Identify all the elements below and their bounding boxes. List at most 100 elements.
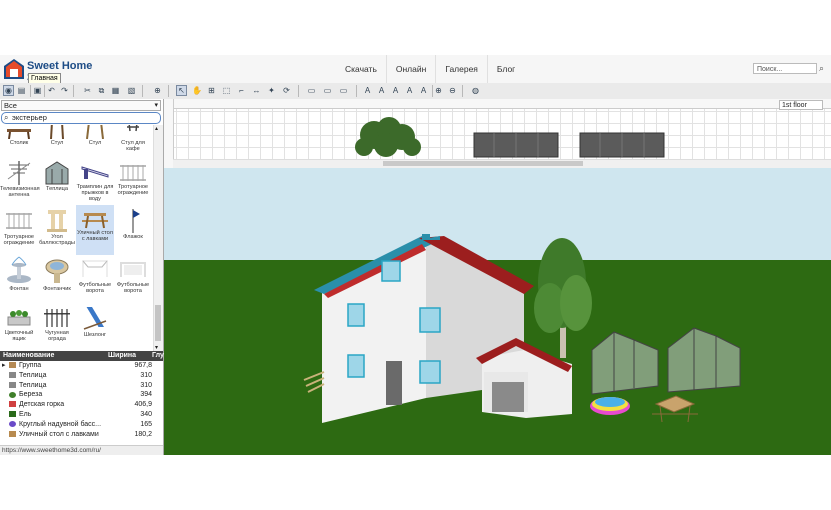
add-furniture-icon[interactable]: ⊕ bbox=[152, 85, 163, 96]
front-door bbox=[386, 361, 402, 405]
table-row[interactable]: Уличный стол с лавками 180,2 bbox=[0, 430, 163, 440]
row-name: Уличный стол с лавками bbox=[19, 430, 99, 438]
table-row[interactable]: Детская горка 406,9 bbox=[0, 400, 163, 410]
catalog-item[interactable]: Стул bbox=[76, 125, 114, 157]
table-row[interactable]: Береза 394 bbox=[0, 390, 163, 400]
text-italic-icon[interactable]: A bbox=[390, 85, 401, 96]
row-width: 310 bbox=[140, 381, 152, 389]
expand-icon[interactable]: ▸ bbox=[2, 361, 6, 371]
scrollbar-thumb[interactable] bbox=[155, 305, 161, 341]
catalog-item[interactable]: Тротуарное ограждение bbox=[0, 205, 38, 255]
undo-icon[interactable]: ↶ bbox=[46, 85, 57, 96]
text-size-icon[interactable]: A bbox=[404, 85, 415, 96]
catalog-item[interactable]: Стул bbox=[38, 125, 76, 157]
row-width: 967,8 bbox=[134, 362, 152, 369]
catalog-item-selected[interactable]: Уличный стол с лавками bbox=[76, 205, 114, 255]
row-name: Группа bbox=[19, 362, 42, 369]
search-icon[interactable]: ⌕ bbox=[819, 63, 829, 74]
nav-blog[interactable]: Блог bbox=[486, 55, 524, 83]
cut-icon[interactable]: ✂ bbox=[82, 85, 93, 96]
catalog-item[interactable]: Тротуарное ограждение bbox=[114, 157, 152, 207]
3d-scene bbox=[164, 168, 831, 455]
catalog-item[interactable]: Телевизионная антенна bbox=[0, 157, 40, 207]
level-icon-3[interactable]: ▭ bbox=[338, 85, 349, 96]
pool bbox=[590, 397, 630, 415]
catalog-item-label: Уличный стол с лавками bbox=[77, 230, 113, 242]
catalog-item[interactable]: Цветочный ящик bbox=[0, 301, 38, 351]
catalog-item[interactable]: Шезлонг bbox=[76, 301, 114, 351]
catalog-scrollbar[interactable]: ▴ ▾ bbox=[153, 125, 163, 351]
rotate-icon[interactable]: ⟳ bbox=[281, 85, 292, 96]
catalog-item[interactable]: Трамплин для прыжков в воду bbox=[76, 157, 114, 207]
create-polylines-icon[interactable]: ⌐ bbox=[236, 85, 247, 96]
create-rooms-icon[interactable]: ⬚ bbox=[221, 85, 232, 96]
create-labels-icon[interactable]: ✦ bbox=[266, 85, 277, 96]
nav-online[interactable]: Онлайн bbox=[385, 55, 435, 83]
create-dimensions-icon[interactable]: ↔ bbox=[251, 85, 262, 96]
redo-icon[interactable]: ↷ bbox=[59, 85, 70, 96]
level-value: 1st floor bbox=[782, 102, 807, 109]
column-header-width[interactable]: Ширина bbox=[108, 351, 136, 361]
column-header-depth[interactable]: Глу bbox=[152, 351, 164, 361]
scrollbar-thumb[interactable] bbox=[383, 161, 583, 166]
catalog-item[interactable]: Футбольные ворота bbox=[76, 253, 114, 303]
zoom-out-icon[interactable]: ⊖ bbox=[447, 85, 458, 96]
open-icon[interactable]: ▣ bbox=[32, 85, 43, 96]
preferences-icon[interactable]: ◉ bbox=[3, 85, 14, 96]
furniture-view-icon[interactable]: ▤ bbox=[16, 85, 27, 96]
tree-icon bbox=[9, 390, 16, 400]
row-name: Детская горка bbox=[19, 401, 65, 409]
level-icon[interactable]: ▭ bbox=[306, 85, 317, 96]
catalog-item[interactable]: Флажок bbox=[114, 205, 152, 255]
plan-contents bbox=[355, 117, 665, 158]
text-bold-icon[interactable]: A bbox=[376, 85, 387, 96]
catalog-item[interactable]: Теплица bbox=[38, 157, 76, 207]
site-search-input[interactable]: Поиск... bbox=[753, 63, 817, 74]
text-shrink-icon[interactable]: A bbox=[418, 85, 429, 96]
row-width: 180,2 bbox=[134, 430, 152, 438]
plan-scrollbar[interactable] bbox=[173, 159, 831, 168]
catalog-item[interactable]: Фонтанчик bbox=[38, 253, 76, 303]
chevron-down-icon: ▾ bbox=[154, 102, 158, 109]
catalog-item[interactable]: Фонтан bbox=[0, 253, 38, 303]
catalog-item[interactable]: Стул для кафе bbox=[114, 125, 152, 157]
table-row[interactable]: Теплица 310 bbox=[0, 381, 163, 391]
create-walls-icon[interactable]: ⊞ bbox=[206, 85, 217, 96]
select-mode-icon[interactable]: ↖ bbox=[176, 85, 187, 96]
3d-view[interactable] bbox=[164, 168, 831, 455]
paste-icon[interactable]: ▦ bbox=[110, 85, 121, 96]
nav-download[interactable]: Скачать bbox=[336, 55, 386, 83]
sky bbox=[164, 168, 831, 260]
greenhouse-icon bbox=[45, 161, 69, 185]
catalog-item[interactable]: Чугунная ограда bbox=[38, 301, 76, 351]
picnic-table-icon bbox=[82, 213, 108, 229]
picnic-table-icon bbox=[9, 430, 16, 440]
catalog-item[interactable]: Столик bbox=[0, 125, 38, 157]
catalog-item-label: Телевизионная антенна bbox=[0, 186, 40, 198]
catalog-item-label: Фонтан bbox=[9, 286, 29, 292]
catalog-item[interactable]: Футбольные ворота bbox=[114, 253, 152, 303]
table-row[interactable]: Круглый надувной басс... 165 bbox=[0, 420, 163, 430]
scroll-down-icon[interactable]: ▾ bbox=[155, 344, 158, 351]
catalog-item-label: Футбольные ворота bbox=[116, 282, 150, 294]
pan-mode-icon[interactable]: ✋ bbox=[191, 85, 202, 96]
catalog-item[interactable]: Угол баллюстрады bbox=[38, 205, 76, 255]
table-row[interactable]: Ель 340 bbox=[0, 410, 163, 420]
paste-style-icon[interactable]: ▧ bbox=[126, 85, 137, 96]
text-style-icon[interactable]: A bbox=[362, 85, 373, 96]
copy-icon[interactable]: ⧉ bbox=[96, 85, 107, 96]
photo-icon[interactable]: ◍ bbox=[470, 85, 481, 96]
nav-gallery[interactable]: Галерея bbox=[435, 55, 487, 83]
plan-view[interactable]: 1st floor bbox=[164, 99, 831, 168]
zoom-in-icon[interactable]: ⊕ bbox=[433, 85, 444, 96]
diving-board-icon bbox=[81, 166, 109, 179]
column-header-name[interactable]: Наименование bbox=[3, 351, 54, 361]
level-icon-2[interactable]: ▭ bbox=[322, 85, 333, 96]
level-selector[interactable]: 1st floor bbox=[779, 100, 823, 110]
antenna-icon bbox=[7, 161, 31, 185]
table-row[interactable]: Теплица 310 bbox=[0, 371, 163, 381]
scroll-up-icon[interactable]: ▴ bbox=[155, 125, 158, 132]
table-row[interactable]: ▸ Группа 967,8 bbox=[0, 361, 163, 371]
category-select[interactable]: Все ▾ bbox=[1, 100, 161, 111]
catalog-search-input[interactable]: ⌕ экстерьер bbox=[1, 112, 161, 124]
